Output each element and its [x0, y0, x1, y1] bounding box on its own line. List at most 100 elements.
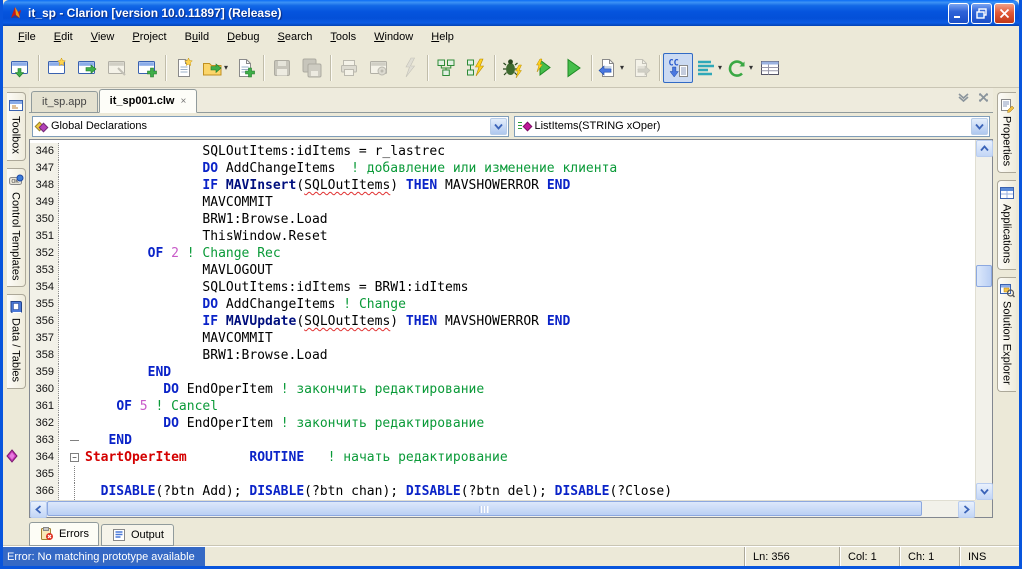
document-list-button[interactable]	[957, 92, 970, 106]
tab-output[interactable]: Output	[101, 524, 174, 546]
scope-combo-icon	[36, 121, 47, 131]
application-generator-button[interactable]	[5, 53, 35, 83]
open-solution-button[interactable]	[72, 53, 102, 83]
line-number: 365	[30, 466, 59, 483]
scroll-left-button[interactable]	[30, 501, 47, 518]
regenerate-button[interactable]: ▾	[724, 53, 755, 83]
restore-button[interactable]	[971, 3, 992, 24]
sidebar-tab-data-tables[interactable]: Data / Tables	[7, 294, 26, 389]
tab-it_sp-app[interactable]: it_sp.app	[31, 91, 98, 112]
horizontal-scrollbar[interactable]	[30, 500, 975, 517]
menu-view[interactable]: View	[82, 28, 124, 46]
fold-margin	[59, 143, 85, 160]
code-line: 354 SQLOutItems:idItems = BRW1:idItems	[30, 279, 975, 296]
scope-combo-dropdown-button[interactable]	[490, 118, 507, 135]
navigate-forward-button	[626, 53, 656, 83]
outline-button[interactable]: ▾	[693, 53, 724, 83]
navigation-combos: Global Declarations ListItems(STRING xOp…	[29, 113, 993, 139]
start-debug-button[interactable]	[498, 53, 528, 83]
code-line: 358 BRW1:Browse.Load	[30, 347, 975, 364]
sidebar-tab-properties[interactable]: Properties	[997, 92, 1016, 173]
scroll-down-button[interactable]	[976, 483, 993, 500]
dropdown-caret-icon[interactable]: ▾	[224, 64, 228, 72]
scope-combo[interactable]: Global Declarations	[32, 116, 509, 137]
open-file-button[interactable]: ▾	[199, 53, 230, 83]
right-dock-strip: Properties Applications Solution Explorer	[993, 88, 1019, 518]
line-number: 361	[30, 398, 59, 415]
code-text: DO AddChangeItems ! Change	[85, 296, 406, 313]
vertical-scroll-thumb[interactable]	[976, 265, 992, 287]
code-area[interactable]: 346 SQLOutItems:idItems = r_lastrec347 D…	[30, 140, 975, 500]
dropdown-caret-icon[interactable]: ▾	[620, 64, 624, 72]
new-solution-button[interactable]	[42, 53, 72, 83]
code-line: 361 OF 5 ! Cancel	[30, 398, 975, 415]
cc-source-button[interactable]: CC	[663, 53, 693, 83]
member-combo[interactable]: ListItems(STRING xOper)	[514, 116, 991, 137]
menu-window[interactable]: Window	[365, 28, 422, 46]
sidebar-tab-applications[interactable]: Applications	[997, 180, 1016, 270]
menu-help[interactable]: Help	[422, 28, 463, 46]
minimize-button[interactable]	[948, 3, 969, 24]
horizontal-scroll-thumb[interactable]	[47, 501, 922, 516]
member-combo-dropdown-button[interactable]	[971, 118, 988, 135]
scroll-right-button[interactable]	[958, 501, 975, 518]
scope-combo-value: Global Declarations	[51, 120, 490, 132]
menu-project[interactable]: Project	[123, 28, 175, 46]
code-line: 366 DISABLE(?btn Add); DISABLE(?btn chan…	[30, 483, 975, 500]
vertical-scrollbar[interactable]	[975, 140, 992, 500]
run-with-build-button[interactable]	[528, 53, 558, 83]
tab-label: it_sp.app	[42, 96, 87, 108]
generate-and-build-button[interactable]	[461, 53, 491, 83]
line-number: 351	[30, 228, 59, 245]
fold-end-mark	[70, 440, 79, 441]
menu-edit[interactable]: Edit	[45, 28, 82, 46]
menu-file[interactable]: File	[9, 28, 45, 46]
teal-lines-icon	[695, 57, 717, 79]
tab-errors[interactable]: Errors	[29, 522, 99, 546]
sidebar-tab-control-templates[interactable]: OKControl Templates	[7, 168, 26, 287]
fold-margin	[59, 364, 85, 381]
add-project-button[interactable]	[132, 53, 162, 83]
clarion-ide-window: it_sp - Clarion [version 10.0.11897] (Re…	[0, 0, 1022, 569]
close-document-button[interactable]	[978, 92, 989, 106]
menu-build[interactable]: Build	[176, 28, 218, 46]
code-text: OF 2 ! Change Rec	[85, 245, 281, 262]
window-controls	[948, 3, 1015, 24]
run-button[interactable]	[558, 53, 588, 83]
generate-button[interactable]	[431, 53, 461, 83]
fold-collapse-icon[interactable]: −	[70, 453, 79, 462]
toolbar-group: CC ▾ ▾	[663, 52, 785, 84]
code-line: 346 SQLOutItems:idItems = r_lastrec	[30, 143, 975, 160]
lightning-icon	[398, 57, 420, 79]
code-line: 353 MAVLOGOUT	[30, 262, 975, 279]
add-window-icon	[136, 57, 158, 79]
new-file-button[interactable]	[169, 53, 199, 83]
add-file-icon	[234, 57, 256, 79]
close-button[interactable]	[994, 3, 1015, 24]
line-number: 360	[30, 381, 59, 398]
fold-margin	[59, 160, 85, 177]
scroll-up-button[interactable]	[976, 140, 993, 157]
add-file-button[interactable]	[230, 53, 260, 83]
menu-tools[interactable]: Tools	[321, 28, 365, 46]
code-text: IF MAVUpdate(SQLOutItems) THEN MAVSHOWER…	[85, 313, 570, 330]
sidebar-tab-toolbox[interactable]: Toolbox	[7, 92, 26, 161]
fold-margin	[59, 466, 85, 483]
fold-margin	[59, 483, 85, 500]
sidebar-tab-solution-explorer[interactable]: Solution Explorer	[997, 277, 1016, 392]
app-generate-icon	[9, 57, 31, 79]
line-number: 359	[30, 364, 59, 381]
tab-close-icon[interactable]: ×	[180, 96, 186, 107]
member-combo-icon	[518, 122, 531, 130]
tab-it_sp001-clw[interactable]: it_sp001.clw×	[99, 89, 198, 113]
settings-window-icon	[368, 57, 390, 79]
fold-margin	[59, 228, 85, 245]
navigate-back-button[interactable]: ▾	[595, 53, 626, 83]
toolbar-group: ▾	[169, 52, 260, 84]
dropdown-caret-icon[interactable]: ▾	[749, 64, 753, 72]
data-grid-button[interactable]	[755, 53, 785, 83]
close-window-icon	[106, 57, 128, 79]
menu-search[interactable]: Search	[269, 28, 322, 46]
dropdown-caret-icon[interactable]: ▾	[718, 64, 722, 72]
menu-debug[interactable]: Debug	[218, 28, 268, 46]
